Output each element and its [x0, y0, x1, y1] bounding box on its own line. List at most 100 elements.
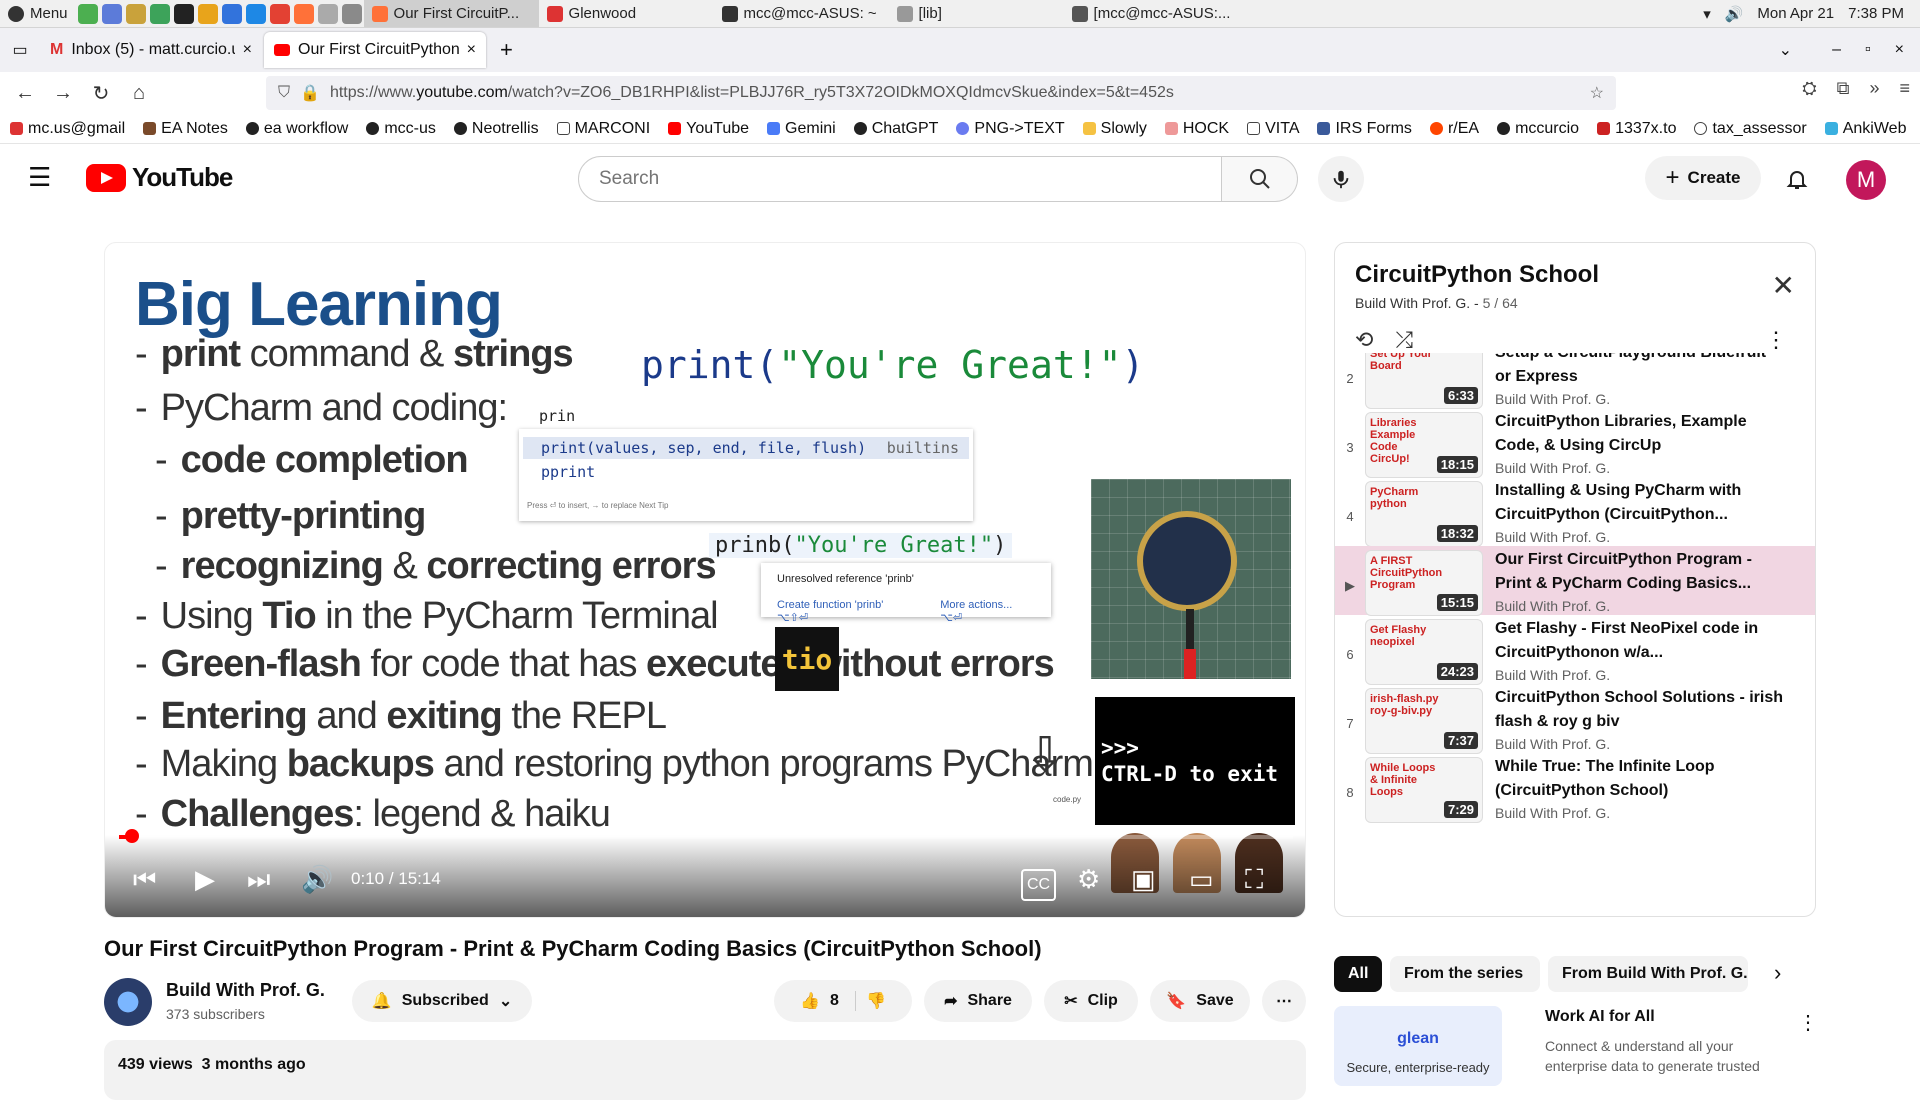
wifi-icon[interactable]: ▾	[1703, 5, 1711, 23]
playlist-item-title[interactable]: CircuitPython School Solutions - irish f…	[1495, 686, 1785, 734]
bookmark-item[interactable]: mccurcio	[1497, 120, 1579, 138]
bookmark-item[interactable]: r/EA	[1429, 120, 1479, 138]
ad-title[interactable]: Work AI for All	[1545, 1008, 1655, 1026]
forward-button[interactable]: →	[44, 76, 82, 110]
bookmark-item[interactable]: IRS Forms	[1317, 120, 1412, 138]
playlist-thumbnail[interactable]: PyCharm python 18:32	[1365, 481, 1483, 547]
settings-gear-icon[interactable]: ⚙	[1077, 865, 1100, 893]
save-button[interactable]: 🔖 Save	[1150, 980, 1250, 1022]
playlist-thumbnail[interactable]: Set Up Your Board 6:33	[1365, 353, 1483, 409]
playlist-item[interactable]: 4 PyCharm python 18:32 Installing & Using P…	[1335, 477, 1815, 547]
overflow-chevron-icon[interactable]: »	[1869, 78, 1879, 99]
create-button[interactable]: + Create	[1645, 156, 1761, 200]
more-actions-button[interactable]: ⋯	[1262, 980, 1306, 1022]
channel-name[interactable]: Build With Prof. G.	[166, 980, 325, 1001]
spreadsheet-icon[interactable]	[149, 3, 170, 24]
folder-icon[interactable]	[341, 3, 362, 24]
close-window-icon[interactable]: ×	[1895, 41, 1904, 59]
bookmark-item[interactable]: Slowly	[1082, 120, 1147, 138]
shuffle-icon[interactable]: ⤮	[1395, 327, 1413, 353]
filter-chip[interactable]: From the series	[1390, 956, 1540, 992]
video-player[interactable]: Big Learning print("You're Great!") - pri…	[104, 242, 1306, 918]
playlist-item[interactable]: ▶ A FIRST CircuitPython Program 15:15 Our F…	[1335, 546, 1815, 616]
fonts-icon[interactable]	[317, 3, 338, 24]
bookmark-item[interactable]: Gemini	[767, 120, 836, 138]
minimize-icon[interactable]: –	[1832, 41, 1841, 59]
ad-thumbnail[interactable]: glean Secure, enterprise-ready	[1334, 1006, 1502, 1086]
firefox-icon[interactable]	[293, 3, 314, 24]
playlist-item[interactable]: 2 Set Up Your Board6:33 Setup a CircuitPla…	[1335, 353, 1815, 409]
chevron-down-icon[interactable]: ⌄	[1779, 40, 1792, 60]
editor-icon[interactable]	[221, 3, 242, 24]
maximize-icon[interactable]: ▫	[1865, 41, 1871, 59]
playlist-thumbnail[interactable]: A FIRST CircuitPython Program 15:15	[1365, 550, 1483, 616]
bookmark-item[interactable]: ChatGPT	[853, 120, 938, 138]
previous-icon[interactable]: ⏮	[133, 865, 156, 893]
share-button[interactable]: ➦ Share	[924, 980, 1032, 1022]
playlist-item[interactable]: 6 Get Flashy neopixel 24:23 Get Flashy - Fi…	[1335, 615, 1815, 685]
voice-search-button[interactable]	[1318, 156, 1364, 202]
playlist-thumbnail[interactable]: irish-flash.py roy-g-biv.py 7:37	[1365, 688, 1483, 754]
playlist-item-title[interactable]: While True: The Infinite Loop (CircuitPy…	[1495, 755, 1785, 803]
extension-icon[interactable]: ⛭	[1802, 78, 1816, 99]
playlist-item-title[interactable]: Setup a CircuitPlayground Bluefruit or E…	[1495, 353, 1785, 389]
account-avatar[interactable]: M	[1846, 160, 1886, 200]
shield-icon[interactable]: ⛉	[278, 84, 290, 102]
bookmark-item[interactable]: mc.us@gmail	[10, 120, 125, 138]
like-button[interactable]: 👍 8	[800, 991, 856, 1011]
bookmark-item[interactable]: EA Notes	[143, 120, 228, 138]
url-bar[interactable]: ⛉ 🔒 https://www.youtube.com/watch?v=ZO6_…	[266, 76, 1616, 110]
playlist-item[interactable]: 8 While Loops & Infinite Loops 7:29 While T…	[1335, 753, 1815, 823]
play-icon[interactable]: ▶	[195, 865, 215, 893]
filter-chip[interactable]: All	[1334, 956, 1382, 992]
youtube-logo[interactable]: YouTube	[86, 162, 233, 193]
playlist-thumbnail[interactable]: Libraries Example Code CircUp! 18:15	[1365, 412, 1483, 478]
os-date[interactable]: Mon Apr 21	[1757, 5, 1834, 22]
close-playlist-icon[interactable]: ✕	[1772, 269, 1795, 302]
os-menu-button[interactable]: Menu	[0, 0, 76, 27]
reload-button[interactable]: ↻	[82, 76, 120, 110]
bookmark-item[interactable]: MARCONI	[556, 120, 650, 138]
bookmark-item[interactable]: YouTube	[668, 120, 749, 138]
bookmark-item[interactable]: mcc-us	[366, 120, 436, 138]
terminal-icon[interactable]	[173, 3, 194, 24]
playlist-thumbnail[interactable]: While Loops & Infinite Loops 7:29	[1365, 757, 1483, 823]
task-lib[interactable]: [lib]	[889, 0, 1064, 27]
bookmark-item[interactable]: VITA	[1247, 120, 1299, 138]
progress-scrubber[interactable]	[124, 829, 139, 843]
new-tab-button[interactable]: +	[488, 37, 525, 63]
task-youtube[interactable]: Our First CircuitP...	[363, 0, 539, 27]
bookmark-star-icon[interactable]: ☆	[1590, 83, 1604, 103]
bookmark-item[interactable]: AnkiWeb	[1824, 120, 1906, 138]
search-input[interactable]	[578, 156, 1222, 202]
more-vertical-icon[interactable]: ⋮	[1798, 1010, 1818, 1035]
back-button[interactable]: ←	[6, 76, 44, 110]
notes-icon[interactable]	[197, 3, 218, 24]
playlist-item[interactable]: 3 Libraries Example Code CircUp! 18:15 Circ…	[1335, 408, 1815, 478]
hamburger-menu-icon[interactable]: ☰	[28, 164, 56, 190]
files-icon[interactable]	[101, 3, 122, 24]
channel-avatar[interactable]	[104, 978, 152, 1026]
description-box[interactable]: 439 views 3 months ago	[104, 1040, 1306, 1100]
subscribed-button[interactable]: 🔔 Subscribed ⌄	[352, 980, 532, 1022]
tab-gmail[interactable]: M Inbox (5) - matt.curcio.u ×	[40, 32, 262, 68]
playlist-item-title[interactable]: Get Flashy - First NeoPixel code in Circ…	[1495, 617, 1785, 665]
task-terminal-2[interactable]: [mcc@mcc-ASUS:...	[1064, 0, 1239, 27]
playlist-title[interactable]: CircuitPython School	[1355, 261, 1599, 289]
playlist-thumbnail[interactable]: Get Flashy neopixel 24:23	[1365, 619, 1483, 685]
playlist-item[interactable]: 7 irish-flash.py roy-g-biv.py 7:37 CircuitP…	[1335, 684, 1815, 754]
os-time[interactable]: 7:38 PM	[1848, 5, 1904, 22]
close-icon[interactable]: ×	[243, 41, 252, 59]
theater-mode-icon[interactable]: ▭	[1189, 865, 1214, 893]
tab-list-icon[interactable]: ▭	[0, 40, 40, 60]
bookmark-item[interactable]: tax_assessor	[1694, 120, 1807, 138]
app-menu-icon[interactable]: ≡	[1899, 78, 1910, 99]
extensions-icon[interactable]: ⧉	[1837, 78, 1850, 99]
loop-icon[interactable]: ⟲	[1355, 327, 1373, 353]
progress-bar[interactable]	[119, 829, 1293, 843]
playlist-item-title[interactable]: Our First CircuitPython Program - Print …	[1495, 548, 1785, 596]
dislike-button[interactable]: 👎	[866, 991, 886, 1011]
volume-icon[interactable]: 🔊	[301, 865, 333, 893]
more-vertical-icon[interactable]: ⋮	[1765, 327, 1787, 353]
app-launcher-icon[interactable]	[77, 3, 98, 24]
